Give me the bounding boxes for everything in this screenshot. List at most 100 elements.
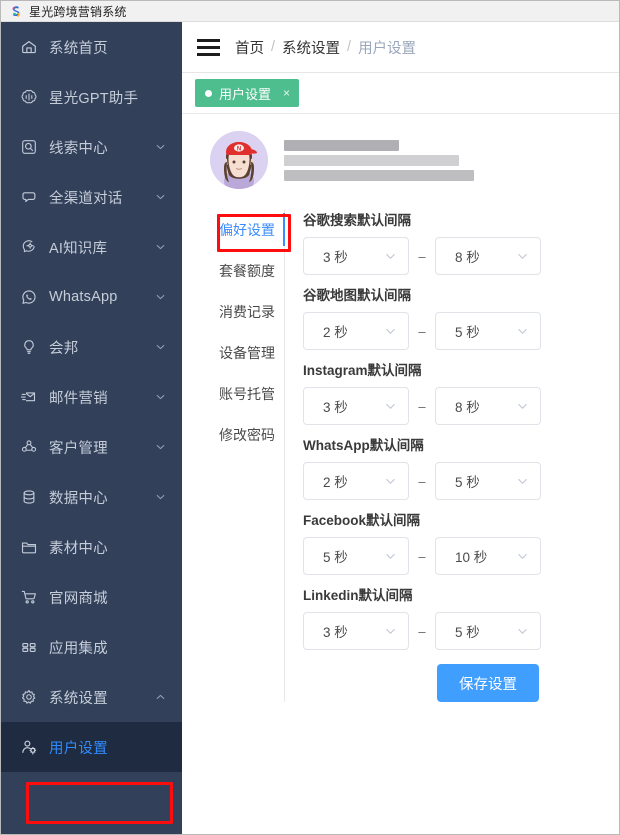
sidebar-item-label: 官网商城 — [49, 590, 108, 607]
hamburger-icon[interactable] — [197, 38, 221, 56]
sidebar-item-13[interactable]: 系统设置 — [1, 672, 182, 722]
sidebar-item-10[interactable]: 素材中心 — [1, 522, 182, 572]
chevron-down-icon[interactable] — [155, 442, 166, 453]
min-interval-select-4[interactable]: 5 秒 — [303, 537, 409, 575]
save-settings-button[interactable]: 保存设置 — [437, 664, 539, 702]
user-avatar-icon: N — [210, 131, 268, 189]
sidebar-item-7[interactable]: 邮件营销 — [1, 372, 182, 422]
chevron-down-icon[interactable] — [155, 342, 166, 353]
sidebar-item-label: 应用集成 — [49, 640, 108, 657]
ai-brain-icon — [20, 238, 38, 256]
field-group-0: 谷歌搜索默认间隔 3 秒 – 8 秒 — [303, 209, 619, 275]
database-icon — [20, 488, 38, 506]
sidebar-item-6[interactable]: 会邦 — [1, 322, 182, 372]
breadcrumb-separator: / — [347, 39, 352, 55]
svg-text:N: N — [237, 147, 241, 153]
sidebar-item-5[interactable]: WhatsApp — [1, 272, 182, 322]
sidebar-item-11[interactable]: 官网商城 — [1, 572, 182, 622]
chevron-down-icon — [516, 625, 529, 638]
gpt-icon — [20, 88, 38, 106]
sidebar-item-3[interactable]: 全渠道对话 — [1, 172, 182, 222]
sidebar-item-9[interactable]: 数据中心 — [1, 472, 182, 522]
field-label: 谷歌搜索默认间隔 — [303, 213, 411, 228]
min-interval-select-1[interactable]: 2 秒 — [303, 312, 409, 350]
home-icon — [20, 38, 38, 56]
select-value: 5 秒 — [455, 475, 480, 490]
field-label: WhatsApp默认间隔 — [303, 438, 424, 453]
sidebar-item-14[interactable]: 用户设置 — [1, 722, 182, 772]
select-value: 5 秒 — [323, 550, 348, 565]
close-icon[interactable]: × — [283, 87, 290, 99]
main-area: 首页 / 系统设置 / 用户设置 用户设置 × N 偏好设置 套餐额度 消费记录… — [182, 22, 619, 834]
sidebar-item-label: AI知识库 — [49, 240, 108, 257]
page-tab-user-settings[interactable]: 用户设置 × — [195, 79, 300, 107]
lead-search-icon — [20, 138, 38, 156]
sidebar-item-label: 邮件营销 — [49, 390, 108, 407]
sidebar-item-4[interactable]: AI知识库 — [1, 222, 182, 272]
breadcrumb-item-1[interactable]: 系统设置 — [282, 37, 340, 58]
chat-bubble-icon — [20, 188, 38, 206]
vertical-tab-0[interactable]: 偏好设置 — [210, 209, 285, 250]
max-interval-select-4[interactable]: 10 秒 — [435, 537, 541, 575]
min-interval-select-0[interactable]: 3 秒 — [303, 237, 409, 275]
max-interval-select-3[interactable]: 5 秒 — [435, 462, 541, 500]
chevron-down-icon[interactable] — [155, 292, 166, 303]
chevron-down-icon — [516, 475, 529, 488]
content-panel: N 偏好设置 套餐额度 消费记录 设备管理 账号托管 修改密码 谷歌搜索默认间隔 3 秒 – 8… — [182, 114, 619, 834]
chevron-up-icon[interactable] — [155, 692, 166, 703]
sidebar-item-label: 用户设置 — [49, 740, 108, 757]
field-label: Facebook默认间隔 — [303, 513, 421, 528]
vertical-tab-1[interactable]: 套餐额度 — [210, 250, 284, 291]
field-row: 2 秒 – 5 秒 — [303, 462, 619, 500]
chevron-down-icon — [384, 625, 397, 638]
min-interval-select-2[interactable]: 3 秒 — [303, 387, 409, 425]
chevron-down-icon[interactable] — [155, 242, 166, 253]
profile-header: N — [182, 114, 619, 189]
sidebar-item-2[interactable]: 线索中心 — [1, 122, 182, 172]
topbar: 首页 / 系统设置 / 用户设置 — [182, 22, 619, 73]
vertical-tab-2[interactable]: 消费记录 — [210, 291, 284, 332]
max-interval-select-0[interactable]: 8 秒 — [435, 237, 541, 275]
field-row: 5 秒 – 10 秒 — [303, 537, 619, 575]
chevron-down-icon[interactable] — [155, 142, 166, 153]
sidebar-item-8[interactable]: 客户管理 — [1, 422, 182, 472]
max-interval-select-2[interactable]: 8 秒 — [435, 387, 541, 425]
tab-status-dot-icon — [205, 89, 212, 97]
user-settings-icon — [20, 738, 38, 756]
min-interval-select-5[interactable]: 3 秒 — [303, 612, 409, 650]
select-value: 10 秒 — [455, 550, 488, 565]
select-value: 2 秒 — [323, 475, 348, 490]
min-interval-select-3[interactable]: 2 秒 — [303, 462, 409, 500]
chevron-down-icon[interactable] — [155, 492, 166, 503]
chevron-down-icon[interactable] — [155, 192, 166, 203]
breadcrumb-item-0[interactable]: 首页 — [235, 37, 264, 58]
save-row: 保存设置 — [303, 664, 619, 702]
chevron-down-icon — [384, 475, 397, 488]
vertical-tab-4[interactable]: 账号托管 — [210, 373, 284, 414]
field-label: 谷歌地图默认间隔 — [303, 288, 411, 303]
vertical-tab-5[interactable]: 修改密码 — [210, 414, 284, 455]
range-separator: – — [418, 323, 426, 339]
preference-form: 谷歌搜索默认间隔 3 秒 –8 秒谷歌地图默认间隔 2 秒 –5 秒 Instagram默… — [285, 209, 619, 702]
sidebar-item-1[interactable]: 星光GPT助手 — [1, 72, 182, 122]
sidebar-item-label: WhatsApp — [49, 289, 118, 305]
gear-icon — [20, 688, 38, 706]
sidebar-item-label: 线索中心 — [49, 140, 108, 157]
window-titlebar: 星光跨境营销系统 — [1, 1, 619, 22]
sidebar-item-label: 星光GPT助手 — [49, 90, 139, 107]
vertical-tab-3[interactable]: 设备管理 — [210, 332, 284, 373]
field-label: Linkedin默认间隔 — [303, 588, 413, 603]
chevron-down-icon[interactable] — [155, 392, 166, 403]
sidebar-item-12[interactable]: 应用集成 — [1, 622, 182, 672]
field-group-3: WhatsApp默认间隔 2 秒 – 5 秒 — [303, 434, 619, 500]
field-group-1: 谷歌地图默认间隔 2 秒 – 5 秒 — [303, 284, 619, 350]
max-interval-select-5[interactable]: 5 秒 — [435, 612, 541, 650]
sidebar-item-label: 系统首页 — [49, 40, 108, 57]
select-value: 8 秒 — [455, 250, 480, 265]
sidebar-item-0[interactable]: 系统首页 — [1, 22, 182, 72]
max-interval-select-1[interactable]: 5 秒 — [435, 312, 541, 350]
breadcrumb-separator: / — [271, 39, 276, 55]
field-row: 2 秒 – 5 秒 — [303, 312, 619, 350]
range-separator: – — [418, 548, 426, 564]
sidebar: 系统首页星光GPT助手 线索中心全渠道对话 AI知识库 WhatsApp 会邦邮件营销客… — [1, 22, 182, 834]
